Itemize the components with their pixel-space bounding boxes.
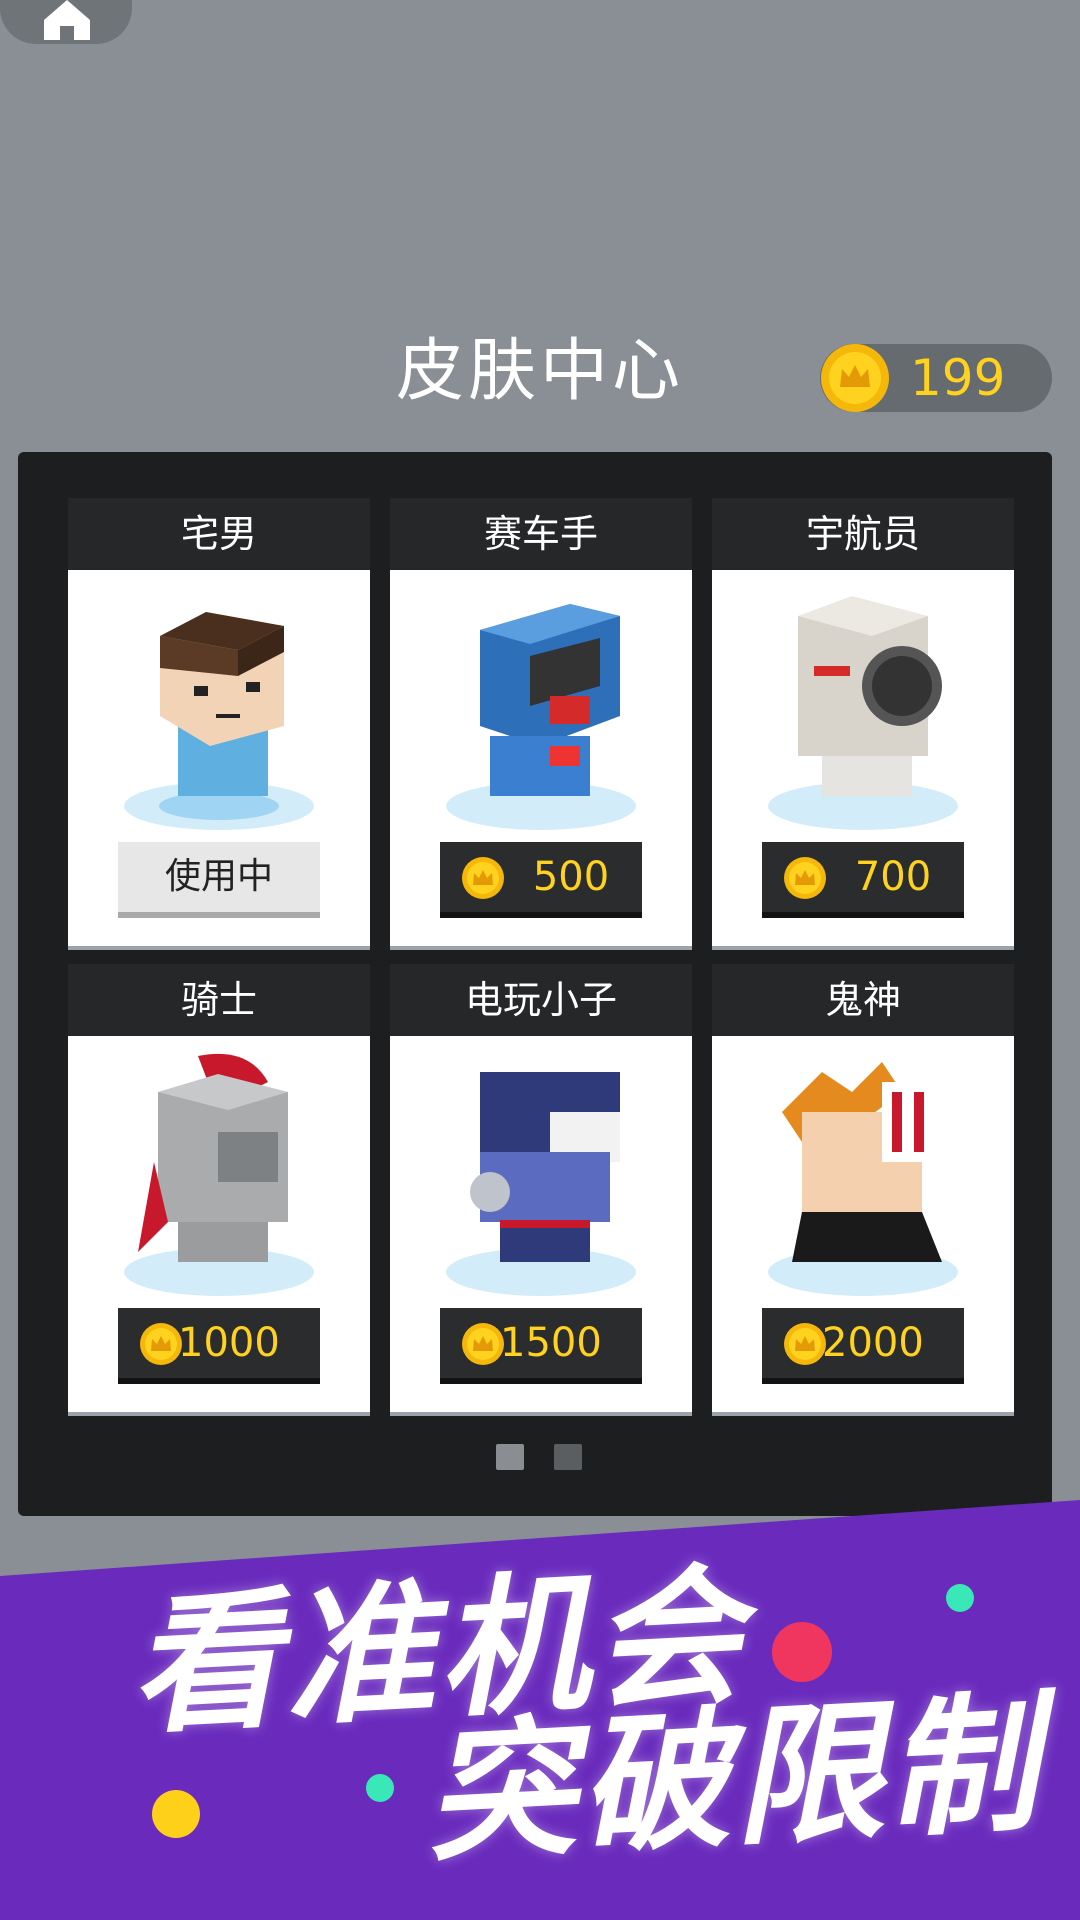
coin-balance-value: 199 (910, 349, 1006, 407)
buy-button[interactable]: 700 (762, 842, 964, 918)
coin-icon (784, 1323, 826, 1365)
gamer-kid-character-image (446, 1072, 636, 1296)
coin-icon (821, 344, 889, 412)
coin-icon (140, 1323, 182, 1365)
knight-character-image (124, 1053, 314, 1296)
price-label: 1000 (178, 1320, 280, 1366)
coin-icon (784, 857, 826, 899)
skin-card-racer[interactable]: 赛车手 500 (390, 498, 692, 950)
racer-character-image (446, 604, 636, 830)
coin-icon (462, 857, 504, 899)
decor-dot-teal-small (366, 1774, 394, 1802)
decor-dot-yellow (152, 1790, 200, 1838)
page-dot-1[interactable] (496, 1444, 524, 1470)
price-label: 700 (854, 854, 932, 900)
buy-button[interactable]: 1500 (440, 1308, 642, 1384)
home-icon (44, 0, 90, 40)
page-title: 皮肤中心 (395, 332, 684, 411)
skin-grid-panel: 宅男 使用中 赛车手 500 宇航员 700 骑士 1000 电玩小子 1500… (18, 452, 1052, 1516)
home-button[interactable] (0, 0, 132, 44)
astronaut-character-image (768, 596, 958, 830)
skin-name: 赛车手 (390, 498, 692, 570)
ghost-god-character-image (768, 1062, 982, 1296)
coin-icon (462, 1323, 504, 1365)
price-label: 2000 (822, 1320, 924, 1366)
skin-name: 电玩小子 (390, 964, 692, 1036)
skin-name: 宇航员 (712, 498, 1014, 570)
decor-dot-pink (772, 1622, 832, 1682)
buy-button[interactable]: 2000 (762, 1308, 964, 1384)
slogan-line-2: 突破限制 (420, 1676, 1046, 1884)
skin-card-astronaut[interactable]: 宇航员 700 (712, 498, 1014, 950)
otaku-character-image (124, 612, 314, 830)
decor-dot-teal (946, 1584, 974, 1612)
skin-card-knight[interactable]: 骑士 1000 (68, 964, 370, 1416)
buy-button[interactable]: 500 (440, 842, 642, 918)
in-use-button[interactable]: 使用中 (118, 842, 320, 918)
price-label: 1500 (500, 1320, 602, 1366)
coin-balance: 199 (820, 344, 1052, 412)
skin-card-otaku[interactable]: 宅男 使用中 (68, 498, 370, 950)
price-label: 500 (532, 854, 610, 900)
skin-name: 鬼神 (712, 964, 1014, 1036)
page-dot-2[interactable] (554, 1444, 582, 1470)
skin-name: 骑士 (68, 964, 370, 1036)
skin-card-ghost-god[interactable]: 鬼神 2000 (712, 964, 1014, 1416)
skin-card-gamer-kid[interactable]: 电玩小子 1500 (390, 964, 692, 1416)
skin-name: 宅男 (68, 498, 370, 570)
buy-button[interactable]: 1000 (118, 1308, 320, 1384)
